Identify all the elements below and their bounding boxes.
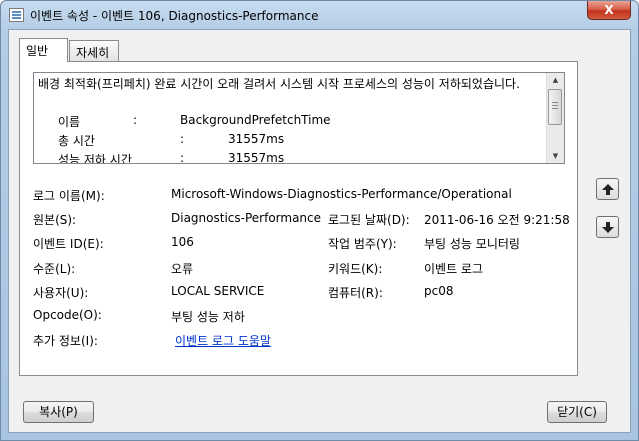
window-title: 이벤트 속성 - 이벤트 106, Diagnostics-Performanc… bbox=[30, 9, 319, 23]
opcode-value[interactable]: 부팅 성능 저하 bbox=[171, 308, 245, 325]
level-value[interactable]: 오류 bbox=[171, 260, 193, 277]
user-label: 사용자(U): bbox=[33, 286, 89, 300]
computer-value[interactable]: pc08 bbox=[424, 284, 453, 298]
scroll-down-icon[interactable]: ▼ bbox=[547, 149, 564, 163]
scroll-up-icon[interactable]: ▲ bbox=[547, 73, 564, 87]
log-name-value[interactable]: Microsoft-Windows-Diagnostics-Performanc… bbox=[171, 187, 512, 201]
description-text: 배경 최적화(프리페치) 완료 시간이 오래 걸려서 시스템 시작 프로세스의 … bbox=[38, 77, 520, 91]
row-value: 31557ms bbox=[228, 151, 285, 164]
source-value[interactable]: Diagnostics-Performance bbox=[171, 211, 321, 225]
row-label: 총 시간 bbox=[58, 134, 95, 148]
row-label: 성능 저하 시간 bbox=[58, 153, 132, 164]
event-viewer-icon bbox=[9, 8, 24, 22]
task-category-value[interactable]: 부팅 성능 모니터링 bbox=[424, 235, 520, 252]
keywords-value[interactable]: 이벤트 로그 bbox=[424, 260, 483, 277]
event-id-value[interactable]: 106 bbox=[171, 235, 194, 249]
source-label: 원본(S): bbox=[33, 213, 77, 227]
opcode-label: Opcode(O): bbox=[33, 308, 102, 322]
logged-value[interactable]: 2011-06-16 오전 9:21:58 bbox=[424, 211, 570, 228]
description-box[interactable]: 배경 최적화(프리페치) 완료 시간이 오래 걸려서 시스템 시작 프로세스의 … bbox=[33, 72, 565, 164]
description-scrollbar[interactable]: ▲ ▼ bbox=[546, 73, 564, 163]
next-event-button[interactable] bbox=[596, 216, 619, 238]
row-separator: : bbox=[180, 132, 185, 146]
title-bar[interactable]: 이벤트 속성 - 이벤트 106, Diagnostics-Performanc… bbox=[1, 1, 638, 29]
tab-general[interactable]: 일반 bbox=[19, 38, 68, 62]
row-value: 31557ms bbox=[228, 132, 285, 146]
log-name-label: 로그 이름(M): bbox=[33, 189, 105, 203]
row-separator: : bbox=[133, 113, 138, 127]
event-properties-window: 이벤트 속성 - 이벤트 106, Diagnostics-Performanc… bbox=[0, 0, 639, 441]
dialog-client: 일반 자세히 배경 최적화(프리페치) 완료 시간이 오래 걸려서 시스템 시작… bbox=[8, 29, 631, 433]
row-value: BackgroundPrefetchTime bbox=[180, 113, 331, 127]
computer-label: 컴퓨터(R): bbox=[328, 286, 383, 300]
event-log-help-link[interactable]: 이벤트 로그 도움말 bbox=[175, 332, 271, 349]
more-info-label: 추가 정보(I): bbox=[33, 334, 98, 348]
scroll-thumb[interactable] bbox=[548, 89, 562, 125]
tab-details[interactable]: 자세히 bbox=[69, 40, 119, 61]
logged-label: 로그된 날짜(D): bbox=[328, 213, 410, 227]
close-button[interactable]: 닫기(C) bbox=[547, 401, 607, 423]
user-value[interactable]: LOCAL SERVICE bbox=[171, 284, 264, 298]
event-id-label: 이벤트 ID(E): bbox=[33, 237, 104, 251]
keywords-label: 키워드(K): bbox=[328, 262, 383, 276]
previous-event-button[interactable] bbox=[596, 178, 619, 200]
close-window-button[interactable]: X bbox=[587, 1, 631, 20]
copy-button[interactable]: 복사(P) bbox=[23, 401, 94, 423]
level-label: 수준(L): bbox=[33, 262, 76, 276]
row-separator: : bbox=[180, 151, 185, 164]
row-label: 이름 bbox=[58, 115, 81, 129]
task-category-label: 작업 범주(Y): bbox=[328, 237, 397, 251]
general-tab-panel: 배경 최적화(프리페치) 완료 시간이 오래 걸려서 시스템 시작 프로세스의 … bbox=[19, 61, 578, 376]
